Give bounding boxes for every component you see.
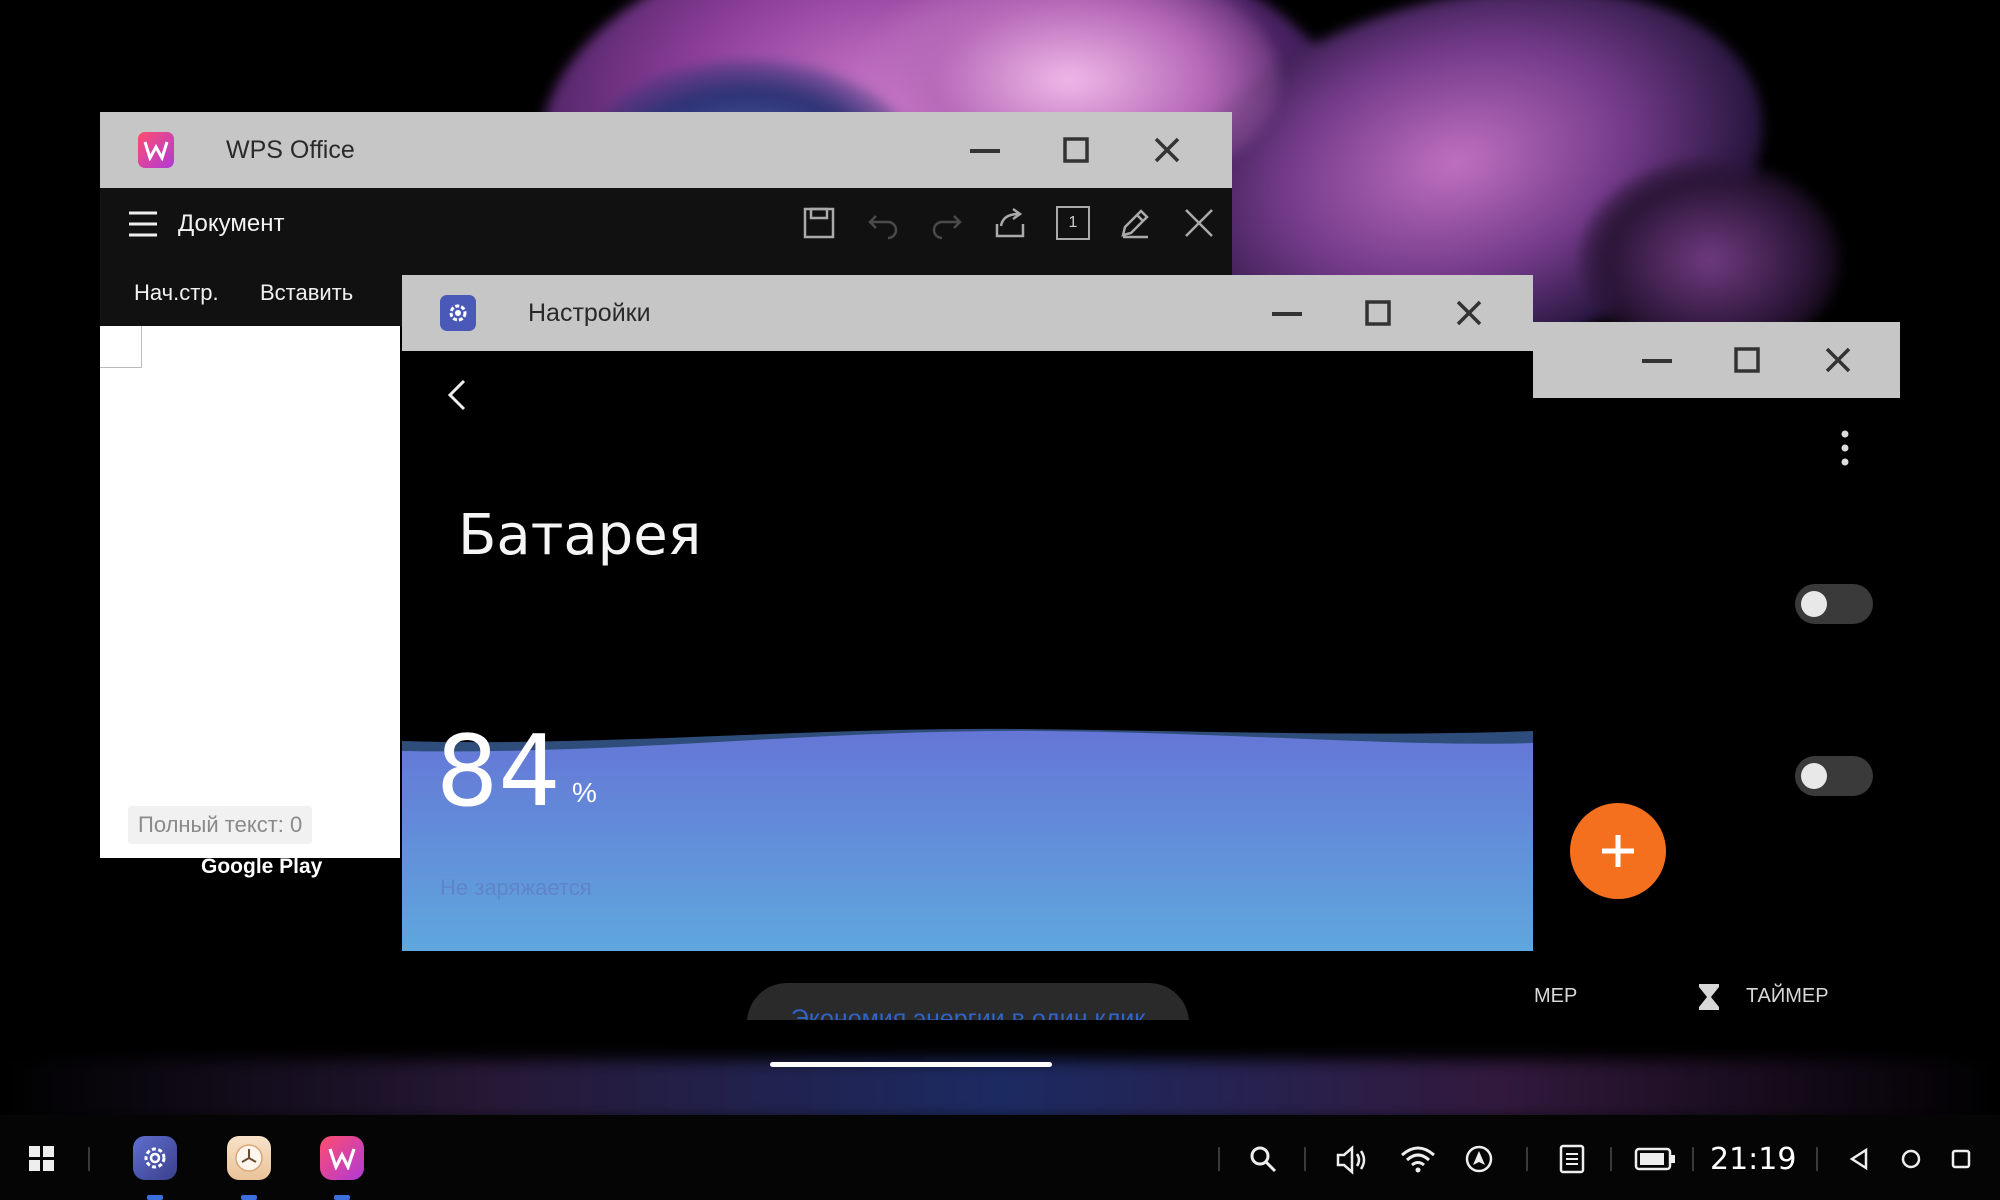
battery-percentage: 84 <box>436 715 561 829</box>
page-title: Батарея <box>458 503 702 568</box>
share-icon[interactable] <box>993 206 1027 240</box>
close-button[interactable] <box>1442 286 1496 340</box>
charging-status: Не заряжается <box>440 875 592 900</box>
hamburger-menu-icon[interactable] <box>128 210 158 238</box>
settings-titlebar[interactable]: Настройки <box>402 275 1533 351</box>
search-icon[interactable] <box>1246 1142 1280 1176</box>
wps-app-icon[interactable] <box>320 1136 364 1180</box>
clock-window[interactable]: МЕР ТАЙМЕР <box>1530 322 1900 1020</box>
notes-icon[interactable] <box>1556 1142 1588 1176</box>
wps-titlebar[interactable]: WPS Office <box>100 112 1232 188</box>
back-arrow-icon[interactable] <box>438 375 478 415</box>
gesture-handle[interactable] <box>770 1062 1052 1067</box>
volume-icon[interactable] <box>1334 1143 1370 1177</box>
taskbar-divider <box>1526 1147 1528 1171</box>
alarm-toggle-2[interactable] <box>1795 756 1873 796</box>
save-icon[interactable] <box>802 206 836 240</box>
taskbar-divider <box>88 1147 90 1171</box>
location-icon[interactable] <box>1462 1142 1496 1176</box>
taskbar-clock[interactable]: 21:19 <box>1710 1142 1796 1177</box>
tab-stopwatch-label[interactable]: МЕР <box>1534 985 1577 1008</box>
maximize-button[interactable] <box>1720 333 1774 387</box>
minimize-button[interactable] <box>1630 333 1684 387</box>
clock-titlebar[interactable] <box>1530 322 1900 398</box>
tab-home[interactable]: Нач.стр. <box>134 280 219 306</box>
maximize-button[interactable] <box>1049 123 1103 177</box>
wps-logo-icon <box>138 132 174 168</box>
add-alarm-button[interactable] <box>1570 803 1666 899</box>
desktop-app-label[interactable]: Google Play <box>201 855 322 879</box>
taskbar-divider <box>1218 1147 1220 1171</box>
wps-toolbar: Документ 1 <box>100 188 1232 260</box>
settings-window-title: Настройки <box>528 299 651 327</box>
wifi-icon[interactable] <box>1398 1142 1438 1176</box>
close-button[interactable] <box>1140 123 1194 177</box>
tab-insert[interactable]: Вставить <box>260 280 353 306</box>
edit-pen-icon[interactable] <box>1118 206 1152 240</box>
taskbar-divider <box>1692 1147 1694 1171</box>
redo-icon[interactable] <box>930 206 964 240</box>
alarm-toggle-1[interactable] <box>1795 584 1873 624</box>
more-options-icon[interactable] <box>1830 428 1860 468</box>
document-name[interactable]: Документ <box>178 210 284 238</box>
document-canvas[interactable]: Полный текст: 0 <box>100 326 400 858</box>
taskbar-divider <box>1816 1147 1818 1171</box>
close-doc-icon[interactable] <box>1182 206 1216 240</box>
settings-window[interactable]: Настройки Батарея 84 % Не заряжается Эко… <box>402 275 1533 1020</box>
clock-app-icon[interactable] <box>227 1136 271 1180</box>
power-saving-button[interactable]: Экономия энергии в один клик <box>747 983 1189 1020</box>
running-indicator <box>334 1195 350 1200</box>
battery-icon[interactable] <box>1632 1145 1678 1173</box>
taskbar-divider <box>1304 1147 1306 1171</box>
plus-icon <box>1602 835 1634 867</box>
taskbar-divider <box>1610 1147 1612 1171</box>
running-indicator <box>241 1195 257 1200</box>
page-corner-marker <box>100 326 142 368</box>
running-indicator <box>147 1195 163 1200</box>
settings-app-icon[interactable] <box>133 1136 177 1180</box>
word-count-status: Полный текст: 0 <box>128 806 313 844</box>
taskbar <box>0 1115 2000 1200</box>
hourglass-icon[interactable] <box>1694 982 1724 1012</box>
maximize-button[interactable] <box>1351 286 1405 340</box>
page-count-icon[interactable]: 1 <box>1056 206 1090 240</box>
start-menu-icon[interactable] <box>24 1141 60 1177</box>
close-button[interactable] <box>1811 333 1865 387</box>
minimize-button[interactable] <box>1260 286 1314 340</box>
tab-timer-label[interactable]: ТАЙМЕР <box>1746 985 1829 1008</box>
page-count-label: 1 <box>1068 214 1078 231</box>
minimize-button[interactable] <box>958 123 1012 177</box>
back-nav-icon[interactable] <box>1844 1144 1874 1174</box>
undo-icon[interactable] <box>866 206 900 240</box>
wps-window-title: WPS Office <box>226 136 355 164</box>
settings-gear-icon <box>440 295 476 331</box>
home-nav-icon[interactable] <box>1896 1144 1926 1174</box>
battery-level-wave <box>402 728 1533 951</box>
battery-percent-sign: % <box>572 777 597 808</box>
power-saving-label: Экономия энергии в один клик <box>790 1005 1146 1020</box>
recents-nav-icon[interactable] <box>1946 1144 1976 1174</box>
